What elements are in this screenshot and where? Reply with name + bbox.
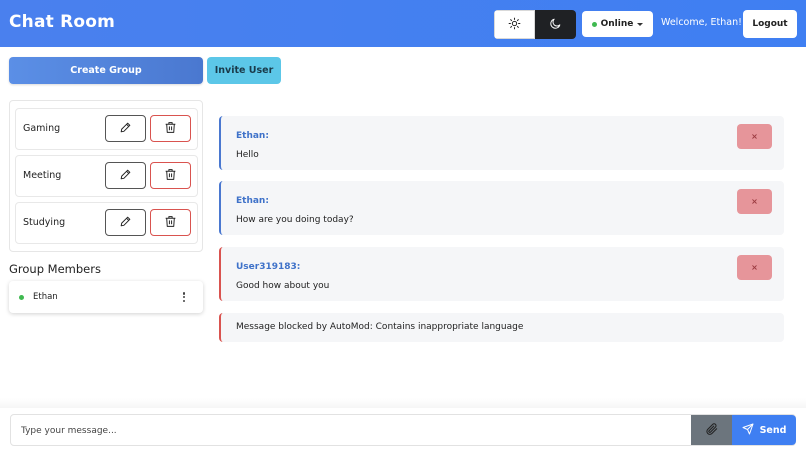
welcome-text: Welcome, Ethan! bbox=[661, 17, 742, 28]
message-text: Good how about you bbox=[236, 281, 330, 291]
automod-notice-text: Message blocked by AutoMod: Contains ina… bbox=[236, 322, 524, 332]
group-name: Meeting bbox=[23, 170, 62, 181]
group-members-title: Group Members bbox=[9, 262, 101, 276]
group-name: Gaming bbox=[23, 123, 61, 134]
attach-file-button[interactable] bbox=[691, 415, 732, 445]
light-theme-button[interactable] bbox=[494, 10, 535, 39]
group-item-gaming[interactable]: Gaming bbox=[15, 108, 198, 150]
send-button[interactable]: Send bbox=[732, 415, 796, 445]
delete-message-button[interactable]: × bbox=[737, 255, 772, 280]
trash-icon bbox=[164, 166, 177, 185]
groups-panel: Gaming Meeting Studying bbox=[9, 100, 203, 252]
group-item-studying[interactable]: Studying bbox=[15, 202, 198, 244]
app-title: Chat Room bbox=[9, 12, 116, 32]
logout-button[interactable]: Logout bbox=[743, 10, 797, 38]
message-text: How are you doing today? bbox=[236, 215, 354, 225]
pencil-icon bbox=[119, 166, 132, 185]
blocked-message: Message blocked by AutoMod: Contains ina… bbox=[219, 313, 784, 342]
sun-icon bbox=[508, 15, 521, 34]
message-item: User319183: Good how about you × bbox=[219, 247, 784, 301]
group-name: Studying bbox=[23, 217, 66, 228]
message-sender: Ethan: bbox=[236, 196, 269, 206]
delete-message-button[interactable]: × bbox=[737, 124, 772, 149]
trash-icon bbox=[164, 119, 177, 138]
member-item[interactable]: Ethan bbox=[9, 281, 203, 313]
message-input[interactable] bbox=[12, 416, 690, 446]
message-composer: Send bbox=[10, 414, 796, 446]
invite-user-button[interactable]: Invite User bbox=[207, 57, 281, 84]
status-dropdown[interactable]: Online bbox=[582, 11, 653, 37]
app-header: Chat Room Online Welcome, Ethan! Logout bbox=[0, 0, 806, 47]
create-group-button[interactable]: Create Group bbox=[9, 57, 203, 84]
member-options-icon[interactable] bbox=[180, 290, 188, 304]
delete-group-button[interactable] bbox=[150, 115, 191, 142]
delete-message-button[interactable]: × bbox=[737, 189, 772, 214]
moon-icon bbox=[549, 15, 562, 34]
online-status-dot bbox=[591, 21, 597, 27]
member-name: Ethan bbox=[33, 292, 58, 302]
edit-group-button[interactable] bbox=[105, 162, 146, 189]
edit-group-button[interactable] bbox=[105, 115, 146, 142]
member-status-dot bbox=[19, 295, 24, 300]
pencil-icon bbox=[119, 119, 132, 138]
send-label: Send bbox=[759, 424, 787, 436]
dark-theme-button[interactable] bbox=[535, 10, 576, 39]
theme-toggle[interactable] bbox=[494, 10, 576, 39]
caret-down-icon bbox=[637, 22, 644, 26]
delete-group-button[interactable] bbox=[150, 162, 191, 189]
trash-icon bbox=[164, 213, 177, 232]
pencil-icon bbox=[119, 213, 132, 232]
message-item: Ethan: Hello × bbox=[219, 116, 784, 170]
message-sender: Ethan: bbox=[236, 131, 269, 141]
send-icon bbox=[742, 423, 754, 438]
message-item: Ethan: How are you doing today? × bbox=[219, 181, 784, 235]
composer-divider bbox=[0, 398, 806, 408]
message-sender: User319183: bbox=[236, 262, 301, 272]
message-text: Hello bbox=[236, 150, 259, 160]
group-item-meeting[interactable]: Meeting bbox=[15, 155, 198, 197]
status-label: Online bbox=[600, 19, 634, 29]
edit-group-button[interactable] bbox=[105, 209, 146, 236]
paperclip-icon bbox=[705, 421, 719, 440]
delete-group-button[interactable] bbox=[150, 209, 191, 236]
